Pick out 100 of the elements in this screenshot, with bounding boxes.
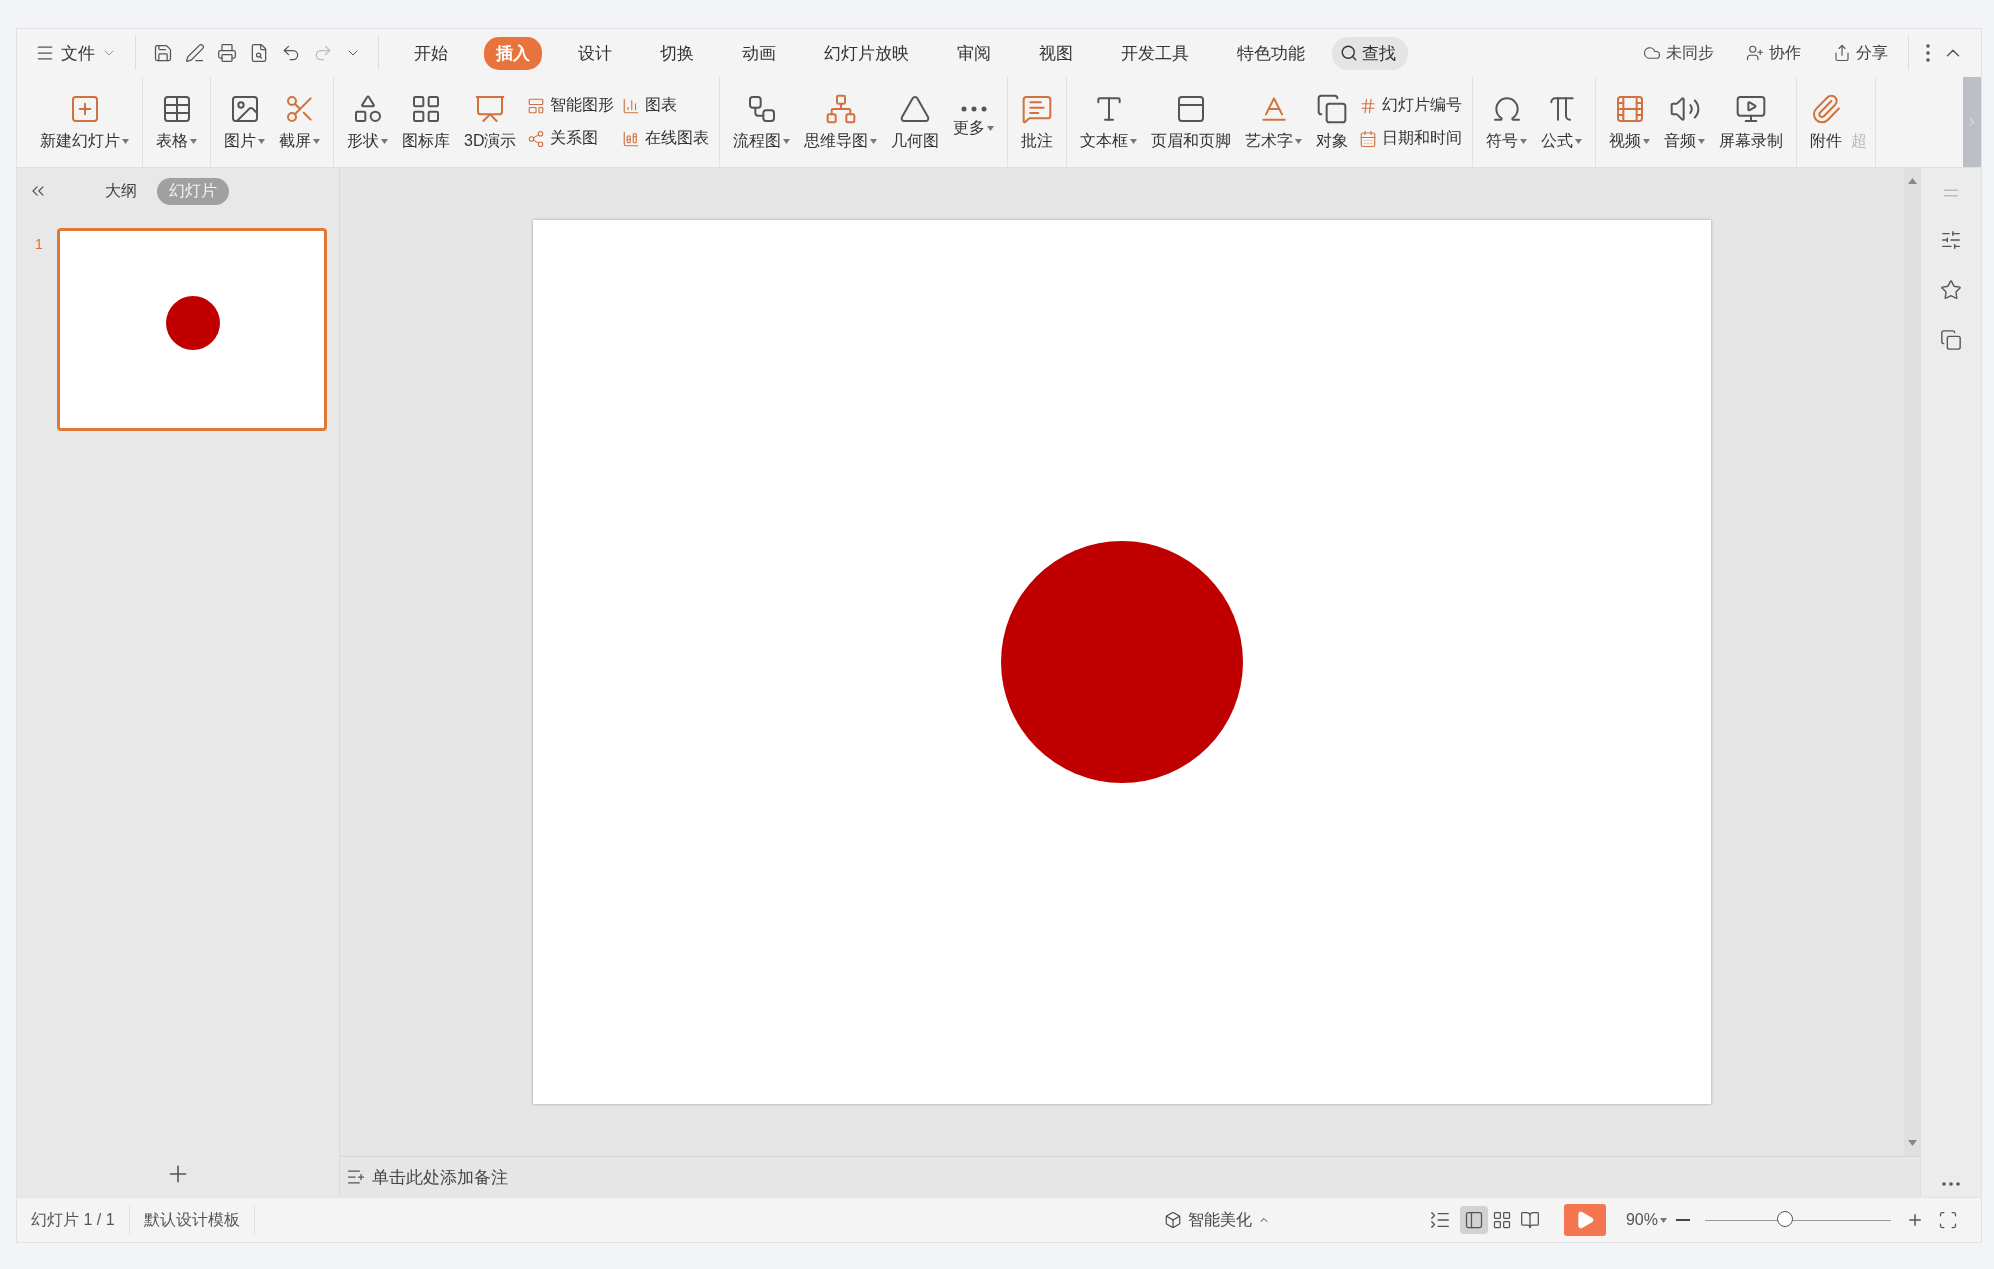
ribbon-button[interactable]: 新建幻灯片 (35, 88, 134, 156)
header-action[interactable]: 协作 (1740, 41, 1807, 65)
network-icon (824, 92, 857, 125)
ribbon-button[interactable]: 页眉和页脚 (1146, 88, 1237, 156)
ribbon-button[interactable]: 公式 (1536, 88, 1588, 156)
ribbon-button[interactable]: 批注 (1016, 88, 1059, 156)
nodes-icon (527, 129, 546, 148)
grid-icon (1491, 1210, 1512, 1230)
zoom-out-button[interactable] (1673, 1216, 1693, 1224)
plus-icon (1906, 1211, 1924, 1229)
header-action[interactable]: 未同步 (1637, 41, 1720, 65)
caret-icon (1698, 138, 1706, 144)
more-button[interactable] (1923, 41, 1933, 65)
menu-tab[interactable]: 审阅 (945, 36, 1003, 70)
file-menu[interactable]: 文件 (31, 37, 121, 69)
ribbon-button[interactable]: 几何图 (886, 88, 945, 156)
layout-icon (527, 96, 546, 115)
normal-view-icon (1463, 1210, 1484, 1230)
caret-icon (313, 138, 320, 144)
ribbon-button[interactable]: 图标库 (397, 88, 455, 156)
copy-icon (1940, 329, 1962, 351)
play-button[interactable] (1563, 1204, 1606, 1236)
caret-icon (381, 138, 388, 144)
ribbon-button[interactable]: 幻灯片编号 (1357, 93, 1465, 118)
save-icon (153, 43, 173, 63)
slide-thumbnail[interactable] (57, 228, 327, 431)
ribbon-button[interactable]: 图表 (620, 93, 712, 118)
panel-tab[interactable]: 大纲 (93, 177, 149, 205)
slide-count: 幻灯片 1 / 1 (17, 1205, 130, 1235)
pen-icon (185, 43, 205, 63)
bar-chart-icon (622, 96, 641, 115)
ribbon-button[interactable]: 符号 (1481, 88, 1533, 156)
caret-icon (1295, 138, 1303, 144)
ribbon-button[interactable]: 形状 (342, 88, 393, 156)
caret-icon (1520, 138, 1528, 144)
menu-tab[interactable]: 开始 (402, 36, 460, 70)
caret-icon (1575, 138, 1583, 144)
cloud-icon (1643, 44, 1661, 62)
menu-tab[interactable]: 动画 (730, 36, 788, 70)
menu-tab[interactable]: 切换 (648, 36, 706, 70)
share-icon (1833, 44, 1851, 62)
menu-tab[interactable]: 幻灯片放映 (812, 36, 921, 70)
ribbon-button[interactable]: 流程图 (728, 88, 796, 156)
ribbon-button[interactable]: 艺术字 (1240, 88, 1308, 156)
header-action[interactable]: 分享 (1827, 41, 1894, 65)
ribbon-button[interactable]: 图片 (219, 88, 270, 156)
ribbon-button[interactable]: 截屏 (274, 88, 325, 156)
view-button[interactable] (1459, 1206, 1488, 1234)
scroll-down-icon[interactable] (1907, 1140, 1917, 1146)
ribbon-button[interactable]: 日期和时间 (1357, 126, 1465, 151)
ribbon-button[interactable]: 更多 (948, 101, 1000, 143)
notes-prompt[interactable]: 单击此处添加备注 (372, 1165, 508, 1189)
book-icon (1519, 1210, 1540, 1230)
fit-icon (1938, 1210, 1958, 1230)
ribbon-button[interactable]: 音频 (1659, 88, 1711, 156)
more-button[interactable] (1939, 1179, 1963, 1189)
search-button[interactable]: 查找 (1332, 36, 1408, 70)
menu-tab[interactable]: 视图 (1027, 36, 1085, 70)
calendar-icon (1359, 129, 1378, 148)
template-name: 默认设计模板 (129, 1205, 255, 1235)
ribbon-button[interactable]: 屏幕录制 (1714, 88, 1789, 156)
user-plus-icon (1746, 44, 1764, 62)
ribbon-button[interactable]: 3D演示 (459, 88, 522, 156)
undo-icon (281, 43, 301, 63)
slide-number: 1 (35, 236, 44, 252)
ribbon-button[interactable]: 文本框 (1075, 88, 1143, 156)
scroll-up-icon[interactable] (1907, 178, 1917, 184)
caret-icon (258, 138, 265, 144)
ribbon-button[interactable]: 在线图表 (620, 126, 712, 151)
menu-tab[interactable]: 特色功能 (1225, 36, 1317, 70)
caret-icon (1130, 138, 1138, 144)
ribbon-button[interactable]: 对象 (1311, 88, 1354, 156)
stacked-chart-icon (622, 129, 641, 148)
ribbon-button[interactable]: 思维导图 (799, 88, 883, 156)
ribbon-button[interactable]: 关系图 (525, 126, 617, 151)
cube-icon (1163, 1211, 1182, 1229)
slider-thumb[interactable] (1776, 1211, 1793, 1227)
list-icon (1428, 1209, 1451, 1231)
hash-icon (1359, 96, 1378, 115)
search-icon (1340, 44, 1358, 62)
ribbon-button[interactable]: 附件 (1805, 88, 1848, 156)
zoom-dropdown[interactable]: 90% (1619, 1210, 1673, 1230)
sliders-icon (1940, 229, 1962, 251)
circle-shape (166, 296, 220, 350)
copy-icon (1316, 92, 1349, 125)
beautify-button[interactable]: 智能美化 (1157, 1208, 1276, 1232)
caret-icon (870, 138, 878, 144)
caret-icon (1660, 1217, 1667, 1223)
more-icon (960, 105, 987, 112)
redo-icon (313, 43, 333, 63)
more-icon (1926, 44, 1930, 62)
ribbon-label: 超 (1851, 130, 1868, 151)
caret-icon (190, 138, 197, 144)
ribbon-button[interactable]: 视频 (1604, 88, 1656, 156)
menu-tab[interactable]: 设计 (566, 36, 624, 70)
ribbon-button[interactable]: 智能图形 (525, 93, 617, 118)
paperclip-icon (1810, 92, 1843, 125)
ribbon-button[interactable]: 表格 (151, 88, 202, 156)
menu-tab[interactable]: 开发工具 (1109, 36, 1201, 70)
caret-icon (122, 138, 129, 144)
